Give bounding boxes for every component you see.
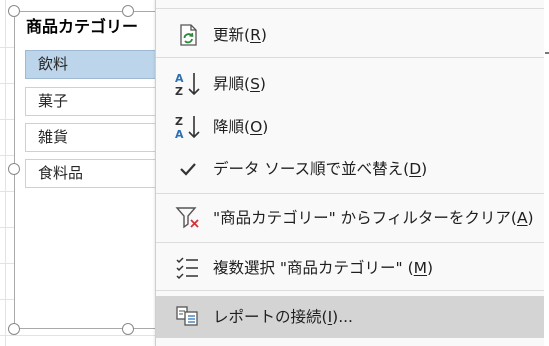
accelerator-key: O <box>250 118 263 136</box>
slicer-item[interactable]: 雑貨 <box>25 123 165 152</box>
resize-handle-bottom[interactable] <box>122 323 134 335</box>
menu-item-label: 降順( <box>213 118 251 136</box>
cell-border-mark <box>545 52 549 54</box>
menu-separator <box>156 242 544 243</box>
menu-item-label: 昇順( <box>213 75 251 93</box>
sort-ascending-icon: A Z <box>170 70 206 98</box>
svg-text:Z: Z <box>175 115 183 128</box>
resize-handle-left[interactable] <box>8 163 20 175</box>
resize-handle-bottom-left[interactable] <box>8 323 20 335</box>
slicer-item[interactable]: 食料品 <box>25 159 165 188</box>
menu-item-suffix: )... <box>332 308 353 326</box>
menu-item-suffix: ) <box>421 160 428 178</box>
menu-separator <box>156 193 544 194</box>
sort-descending-icon: Z A <box>170 113 206 141</box>
accelerator-key: A <box>516 209 528 227</box>
svg-text:A: A <box>175 72 184 85</box>
menu-item-label: 複数選択 "商品カテゴリー" ( <box>213 259 414 277</box>
menu-item-multi-select[interactable]: 複数選択 "商品カテゴリー" (M) <box>156 248 544 288</box>
menu-item-sort-ascending[interactable]: A Z 昇順(S) <box>156 64 544 104</box>
menu-item-refresh[interactable]: 更新(R) <box>156 15 544 55</box>
menu-item-suffix: ) <box>427 259 434 277</box>
menu-item-suffix: ) <box>259 75 266 93</box>
slicer-title: 商品カテゴリー <box>26 17 139 36</box>
menu-separator <box>156 8 544 9</box>
resize-handle-top[interactable] <box>122 5 134 17</box>
menu-separator <box>156 290 544 291</box>
accelerator-key: R <box>250 26 261 44</box>
menu-item-label: データ ソース順で並べ替え( <box>213 160 410 178</box>
svg-text:Z: Z <box>175 85 183 98</box>
menu-item-data-source-order[interactable]: データ ソース順で並べ替え(D) <box>156 149 544 189</box>
slicer-item[interactable]: 飲料 <box>25 50 165 79</box>
report-connections-icon <box>170 302 206 330</box>
menu-separator <box>156 57 544 58</box>
worksheet-edge <box>544 0 549 346</box>
menu-item-label: "商品カテゴリー" からフィルターをクリア( <box>213 209 517 227</box>
accelerator-key: S <box>250 75 260 93</box>
menu-item-suffix: ) <box>260 26 267 44</box>
clear-filter-icon <box>170 204 206 232</box>
menu-item-report-connections[interactable]: レポートの接続(I)... <box>156 296 544 338</box>
svg-text:A: A <box>175 128 184 141</box>
excel-worksheet: 商品カテゴリー 飲料 菓子 雑貨 食料品 更新(R) A Z 昇順(S) Z A… <box>0 0 549 346</box>
menu-item-sort-descending[interactable]: Z A 降順(O) <box>156 107 544 147</box>
menu-item-suffix: ) <box>262 118 269 136</box>
accelerator-key: D <box>409 160 422 178</box>
menu-item-label: 更新( <box>213 26 251 44</box>
refresh-icon <box>170 21 206 49</box>
slicer-item[interactable]: 菓子 <box>25 87 165 116</box>
accelerator-key: M <box>413 259 428 277</box>
resize-handle-top-left[interactable] <box>8 5 20 17</box>
checkmark-icon <box>170 155 206 183</box>
context-menu: 更新(R) A Z 昇順(S) Z A 降順(O) データ ソース順で並べ替え(… <box>155 0 546 346</box>
menu-item-label: レポートの接続( <box>213 308 328 326</box>
multi-select-icon <box>170 254 206 282</box>
menu-item-suffix: ) <box>527 209 534 227</box>
menu-item-clear-filter[interactable]: "商品カテゴリー" からフィルターをクリア(A) <box>156 198 544 238</box>
slicer[interactable]: 商品カテゴリー 飲料 菓子 雑貨 食料品 <box>14 11 165 329</box>
